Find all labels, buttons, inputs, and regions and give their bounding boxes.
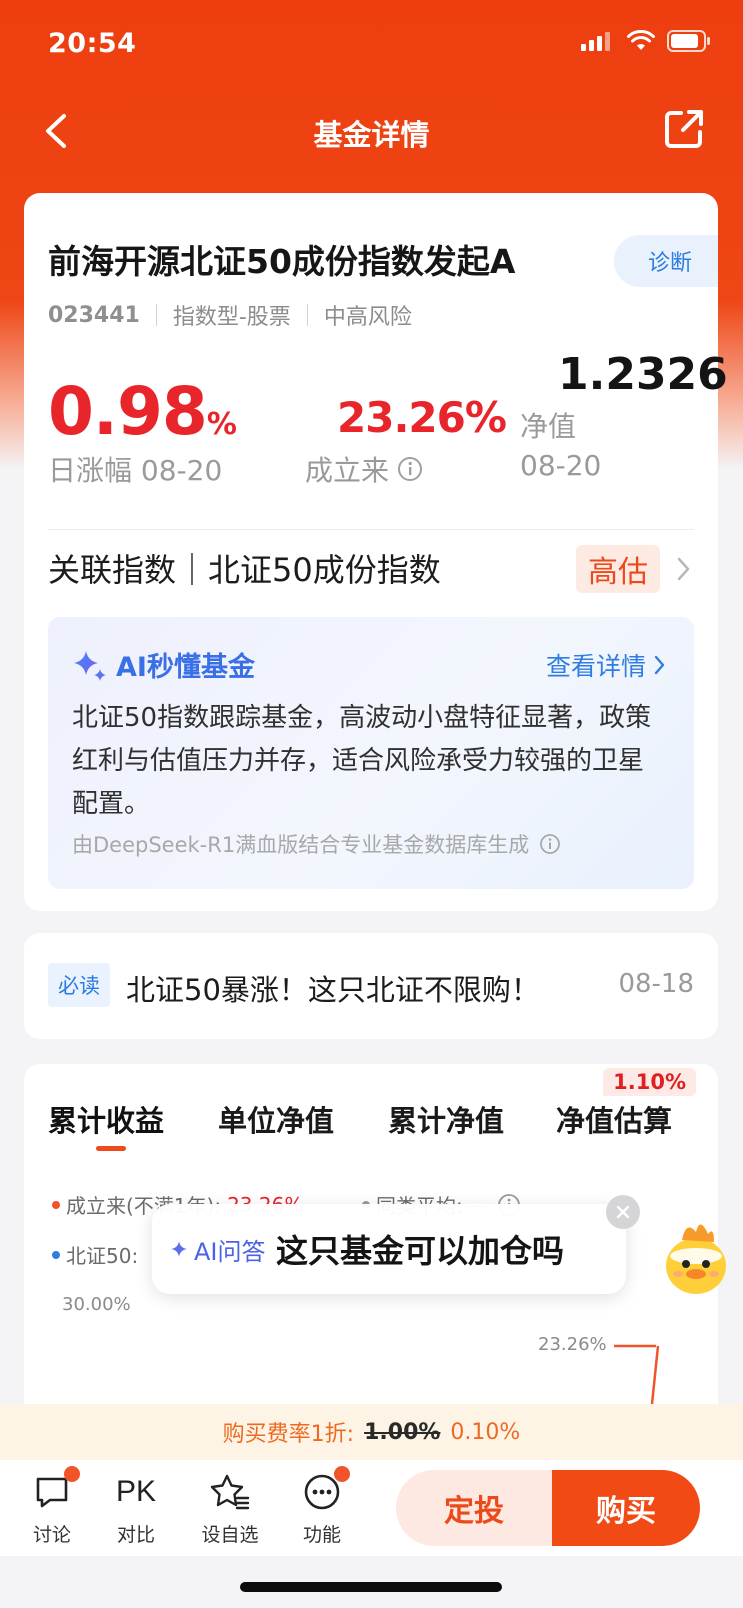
ai-summary-footnote: 由DeepSeek-R1满血版结合专业基金数据库生成 xyxy=(72,833,530,857)
valuation-badge[interactable]: 高估 xyxy=(576,545,660,593)
status-bar: 20:54 xyxy=(0,0,743,88)
discuss-button[interactable]: 讨论 xyxy=(12,1466,92,1547)
ai-qa-question[interactable]: 这只基金可以加仓吗 xyxy=(276,1226,564,1272)
pk-icon-text: PK xyxy=(115,1475,157,1508)
must-read-card[interactable]: 必读 北证50暴涨！这只北证不限购！ 08-18 xyxy=(24,933,718,1039)
sparkle-icon xyxy=(74,650,106,681)
status-time: 20:54 xyxy=(48,28,137,59)
since-inception-value: 23.26% xyxy=(337,393,507,442)
ai-summary-footnote-row: 由DeepSeek-R1满血版结合专业基金数据库生成 xyxy=(72,829,561,859)
chevron-right-icon[interactable] xyxy=(676,555,692,583)
functions-button[interactable]: 功能 xyxy=(282,1466,362,1547)
meta-divider xyxy=(155,304,157,326)
since-inception-label-row[interactable]: 成立来 xyxy=(305,449,423,489)
news-title[interactable]: 北证50暴涨！这只北证不限购！ xyxy=(126,967,540,1009)
fee-prefix: 购买费率1折: xyxy=(222,1422,355,1447)
bottom-action-bar: 讨论 PK 对比 设自选 功能 定投 购买 xyxy=(0,1460,743,1556)
add-watchlist-button[interactable]: 设自选 xyxy=(190,1472,270,1547)
ai-summary-title: AI秒懂基金 xyxy=(116,652,255,683)
battery-icon xyxy=(667,30,710,52)
fund-name: 前海开源北证50成份指数发起A xyxy=(48,242,516,281)
status-icons xyxy=(581,30,711,52)
nav-value: 1.2326 xyxy=(558,349,728,400)
view-details-label: 查看详情 xyxy=(545,652,646,681)
y-axis-top-label: 30.00% xyxy=(62,1294,131,1315)
close-icon[interactable] xyxy=(606,1195,640,1229)
news-date: 08-18 xyxy=(618,969,694,999)
estimate-badge: 1.10% xyxy=(603,1068,696,1096)
chart-end-value-label: 23.26% xyxy=(538,1334,607,1355)
fund-risk: 中高风险 xyxy=(323,305,412,330)
active-tab-indicator xyxy=(96,1146,126,1151)
ai-summary-box: AI秒懂基金 查看详情 北证50指数跟踪基金，高波动小盘特征显著，政策红利与估值… xyxy=(48,617,694,889)
page-title: 基金详情 xyxy=(313,118,430,152)
sparkle-icon xyxy=(171,1240,187,1257)
auto-invest-button[interactable]: 定投 xyxy=(396,1470,552,1546)
add-watchlist-label: 设自选 xyxy=(201,1524,259,1546)
nav-label: 净值 xyxy=(520,410,577,443)
compare-button[interactable]: PK 对比 xyxy=(96,1472,176,1547)
nav-bar: 基金详情 xyxy=(0,96,743,166)
ai-qa-label-row: AI问答 xyxy=(170,1232,266,1267)
meta-divider xyxy=(306,304,308,326)
ai-summary-body: 北证50指数跟踪基金，高波动小盘特征显著，政策红利与估值压力并存，适合风险承受力… xyxy=(72,703,652,819)
signal-icon xyxy=(581,32,610,51)
star-list-icon xyxy=(210,1472,250,1512)
fund-return-line xyxy=(614,1344,660,1404)
discuss-label: 讨论 xyxy=(32,1524,71,1546)
functions-label: 功能 xyxy=(302,1524,341,1546)
pk-icon: PK xyxy=(116,1472,156,1512)
ai-summary-title-row: AI秒懂基金 xyxy=(72,645,255,684)
view-details-link[interactable]: 查看详情 xyxy=(546,647,666,683)
more-dots-icon xyxy=(302,1466,350,1512)
fee-old-rate: 1.00% xyxy=(364,1419,441,1445)
buy-button[interactable]: 购买 xyxy=(552,1470,700,1546)
fund-meta: 023441 指数型-股票 中高风险 xyxy=(48,299,412,331)
related-index[interactable]: 关联指数｜北证50成份指数 xyxy=(48,545,441,591)
fund-summary-card: 前海开源北证50成份指数发起A 诊断 023441 指数型-股票 中高风险 0.… xyxy=(24,193,728,911)
compare-label: 对比 xyxy=(116,1524,155,1546)
divider xyxy=(48,529,694,530)
tab-cumulative-return[interactable]: 累计收益 xyxy=(48,1098,164,1140)
chevron-right-icon xyxy=(654,655,665,675)
chat-bubble-icon xyxy=(32,1466,80,1512)
tab-unit-nav[interactable]: 单位净值 xyxy=(218,1098,334,1140)
fund-code: 023441 xyxy=(48,302,140,328)
nav-date: 08-20 xyxy=(520,449,602,482)
daily-change-unit: % xyxy=(206,407,237,442)
ai-qa-label: AI问答 xyxy=(194,1238,266,1266)
info-icon[interactable] xyxy=(397,456,423,482)
legend-dot xyxy=(52,1250,60,1259)
notification-dot xyxy=(334,1466,350,1482)
info-icon[interactable] xyxy=(539,833,561,855)
daily-change-number: 0.98 xyxy=(48,373,208,450)
daily-change-value: 0.98% xyxy=(48,373,237,450)
legend-index-label: 北证50: xyxy=(66,1244,139,1268)
since-inception-label: 成立来 xyxy=(305,454,390,487)
daily-change-label: 日涨幅 08-20 xyxy=(48,454,223,487)
must-read-badge: 必读 xyxy=(48,963,110,1007)
legend-dot xyxy=(52,1200,60,1209)
tab-accumulated-nav[interactable]: 累计净值 xyxy=(388,1098,504,1140)
duck-mascot-icon[interactable] xyxy=(656,1208,736,1300)
notification-dot xyxy=(64,1466,80,1482)
ai-qa-popup[interactable]: AI问答 这只基金可以加仓吗 xyxy=(152,1204,626,1294)
fund-type: 指数型-股票 xyxy=(172,305,291,330)
share-icon[interactable] xyxy=(659,104,709,154)
home-indicator[interactable] xyxy=(240,1582,502,1592)
fee-new-rate: 0.10% xyxy=(450,1419,521,1445)
legend-index: 北证50: xyxy=(52,1240,138,1269)
fee-discount-bar: 购买费率1折: 1.00% 0.10% xyxy=(0,1404,743,1460)
wifi-icon xyxy=(627,30,655,50)
tab-nav-estimate[interactable]: 净值估算 xyxy=(556,1098,672,1140)
diagnose-button[interactable]: 诊断 xyxy=(614,235,718,287)
